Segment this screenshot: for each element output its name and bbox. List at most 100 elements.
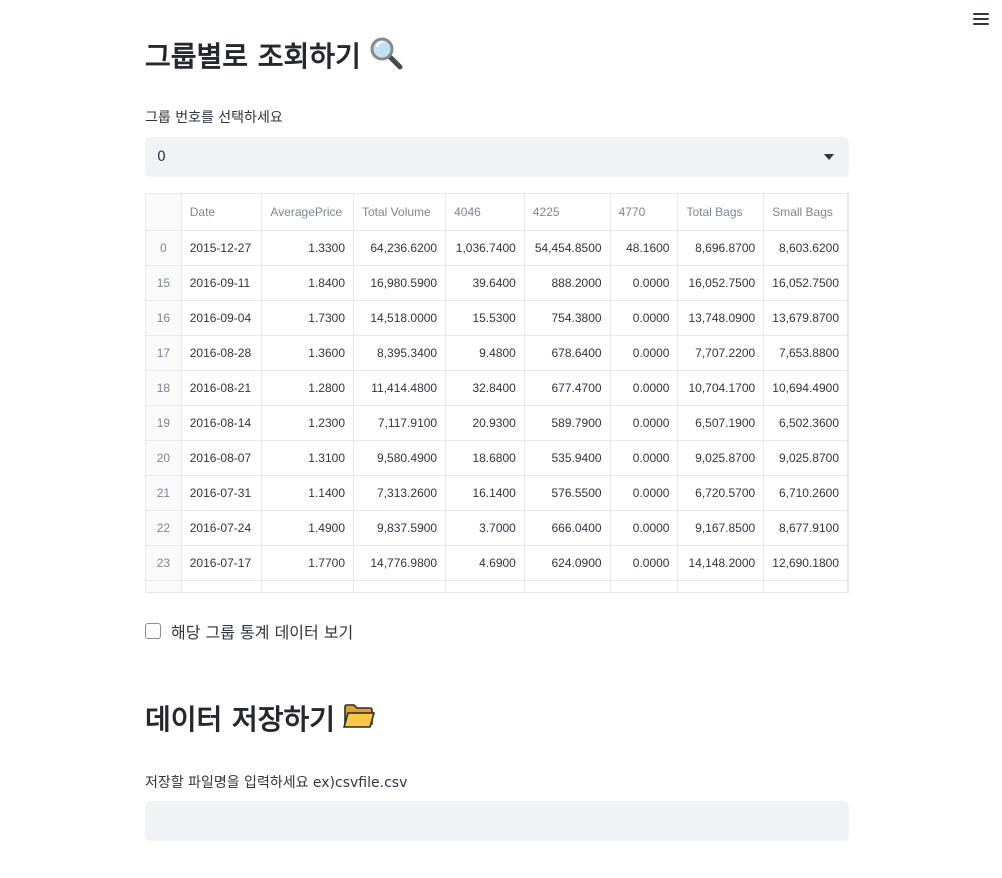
table-cell: 0.0000 <box>610 370 679 406</box>
column-header[interactable]: Total Bags <box>677 194 765 231</box>
table-cell: 2016-08-14 <box>181 405 263 441</box>
table-cell: 64,236.6200 <box>353 230 447 266</box>
table-cell: 8,677.9100 <box>763 510 848 546</box>
table-cell: 1.8400 <box>261 265 354 301</box>
table-row[interactable]: 19 2016-08-14 1.2300 7,117.9100 20.9300 589.7… <box>146 405 848 441</box>
magnifying-glass-icon <box>369 36 403 78</box>
column-header[interactable]: Small Bags <box>763 194 848 231</box>
table-cell <box>610 580 679 592</box>
data-table[interactable]: Date AveragePrice Total Volume 4046 4225 4770… <box>145 193 849 593</box>
table-cell: 589.7900 <box>524 405 611 441</box>
table-cell: 15.5300 <box>445 300 525 336</box>
table-cell: 10,694.4900 <box>763 370 848 406</box>
row-index: 22 <box>146 510 182 546</box>
table-row[interactable]: 23 2016-07-17 1.7700 14,776.9800 4.6900 624.0… <box>146 545 848 581</box>
table-cell: 624.0900 <box>524 545 611 581</box>
table-cell: 13,679.8700 <box>763 300 848 336</box>
table-cell: 48.1600 <box>610 230 679 266</box>
table-row[interactable]: 15 2016-09-11 1.8400 16,980.5900 39.6400 888.… <box>146 265 848 301</box>
checkbox-box[interactable] <box>145 623 161 639</box>
column-header[interactable]: 4225 <box>524 194 611 231</box>
row-index: 20 <box>146 440 182 476</box>
group-select[interactable]: 0 <box>145 137 849 177</box>
row-index: 18 <box>146 370 182 406</box>
table-cell: 1.7300 <box>261 300 354 336</box>
table-cell: 1.3600 <box>261 335 354 371</box>
table-cell: 8,603.6200 <box>763 230 848 266</box>
table-cell: 1.1400 <box>261 475 354 511</box>
table-cell: 20.9300 <box>445 405 525 441</box>
table-cell: 4.6900 <box>445 545 525 581</box>
column-header[interactable]: 4770 <box>610 194 679 231</box>
row-index: 23 <box>146 545 182 581</box>
table-cell <box>677 580 765 592</box>
table-cell: 2016-08-07 <box>181 440 263 476</box>
table-cell: 8,395.3400 <box>353 335 447 371</box>
table-cell: 9,025.8700 <box>763 440 848 476</box>
table-cell: 6,720.5700 <box>677 475 765 511</box>
column-header[interactable]: Total Volume <box>353 194 447 231</box>
table-cell: 0.0000 <box>610 475 679 511</box>
table-cell: 1.2300 <box>261 405 354 441</box>
table-cell <box>146 580 182 592</box>
table-cell: 2016-09-04 <box>181 300 263 336</box>
table-cell: 2016-07-31 <box>181 475 263 511</box>
table-cell: 11,414.4800 <box>353 370 447 406</box>
table-row[interactable]: 22 2016-07-24 1.4900 9,837.5900 3.7000 666.04… <box>146 510 848 546</box>
row-index: 0 <box>146 230 182 266</box>
table-cell: 3.7000 <box>445 510 525 546</box>
table-cell <box>445 580 525 592</box>
filename-input-label: 저장할 파일명을 입력하세요 ex)csvfile.csv <box>145 775 408 791</box>
table-cell: 14,148.2000 <box>677 545 765 581</box>
row-index: 17 <box>146 335 182 371</box>
table-cell: 12,690.1800 <box>763 545 848 581</box>
column-header[interactable]: 4046 <box>445 194 525 231</box>
table-cell: 888.2000 <box>524 265 611 301</box>
table-cell: 6,502.3600 <box>763 405 848 441</box>
main-menu-button[interactable] <box>968 8 994 30</box>
table-cell: 0.0000 <box>610 440 679 476</box>
filename-input[interactable] <box>145 801 849 841</box>
table-cell: 2016-07-17 <box>181 545 263 581</box>
table-cell: 8,696.8700 <box>677 230 765 266</box>
table-cell: 7,707.2200 <box>677 335 765 371</box>
checkbox-label: 해당 그룹 통계 데이터 보기 <box>171 623 354 642</box>
index-column-header[interactable] <box>146 194 182 231</box>
group-stats-checkbox[interactable]: 해당 그룹 통계 데이터 보기 <box>145 619 353 643</box>
table-cell: 0.0000 <box>610 300 679 336</box>
table-cell: 18.6800 <box>445 440 525 476</box>
table-cell: 9,025.8700 <box>677 440 765 476</box>
table-cell: 16.1400 <box>445 475 525 511</box>
table-cell: 2016-09-11 <box>181 265 263 301</box>
table-row[interactable]: 21 2016-07-31 1.1400 7,313.2600 16.1400 576.5… <box>146 475 848 511</box>
table-cell: 9,580.4900 <box>353 440 447 476</box>
table-row[interactable]: 20 2016-08-07 1.3100 9,580.4900 18.6800 535.9… <box>146 440 848 476</box>
group-select-value: 0 <box>157 149 166 165</box>
table-cell: 32.8400 <box>445 370 525 406</box>
hamburger-menu-icon <box>973 13 989 15</box>
column-header[interactable]: AveragePrice <box>261 194 354 231</box>
table-cell: 7,117.9100 <box>353 405 447 441</box>
row-index: 21 <box>146 475 182 511</box>
table-cell: 754.3800 <box>524 300 611 336</box>
table-row[interactable]: 17 2016-08-28 1.3600 8,395.3400 9.4800 678.64… <box>146 335 848 371</box>
column-header[interactable]: Date <box>181 194 263 231</box>
table-cell: 14,518.0000 <box>353 300 447 336</box>
folder-icon <box>343 702 376 738</box>
table-row[interactable]: 18 2016-08-21 1.2800 11,414.4800 32.8400 677.… <box>146 370 848 406</box>
table-cell: 16,980.5900 <box>353 265 447 301</box>
group-select-label: 그룹 번호를 선택하세요 <box>145 110 283 126</box>
table-cell: 7,653.8800 <box>763 335 848 371</box>
table-cell: 16,052.7500 <box>763 265 848 301</box>
chevron-down-icon <box>824 154 834 160</box>
table-cell: 2016-07-24 <box>181 510 263 546</box>
table-row[interactable]: 0 2015-12-27 1.3300 64,236.6200 1,036.7400 54… <box>146 230 848 266</box>
table-cell <box>181 580 263 592</box>
table-row[interactable]: 16 2016-09-04 1.7300 14,518.0000 15.5300 754.… <box>146 300 848 336</box>
table-cell: 9,837.5900 <box>353 510 447 546</box>
table-cell: 2016-08-28 <box>181 335 263 371</box>
table-cell: 0.0000 <box>610 510 679 546</box>
table-cell: 10,704.1700 <box>677 370 765 406</box>
table-cell: 9.4800 <box>445 335 525 371</box>
table-cell: 1.2800 <box>261 370 354 406</box>
